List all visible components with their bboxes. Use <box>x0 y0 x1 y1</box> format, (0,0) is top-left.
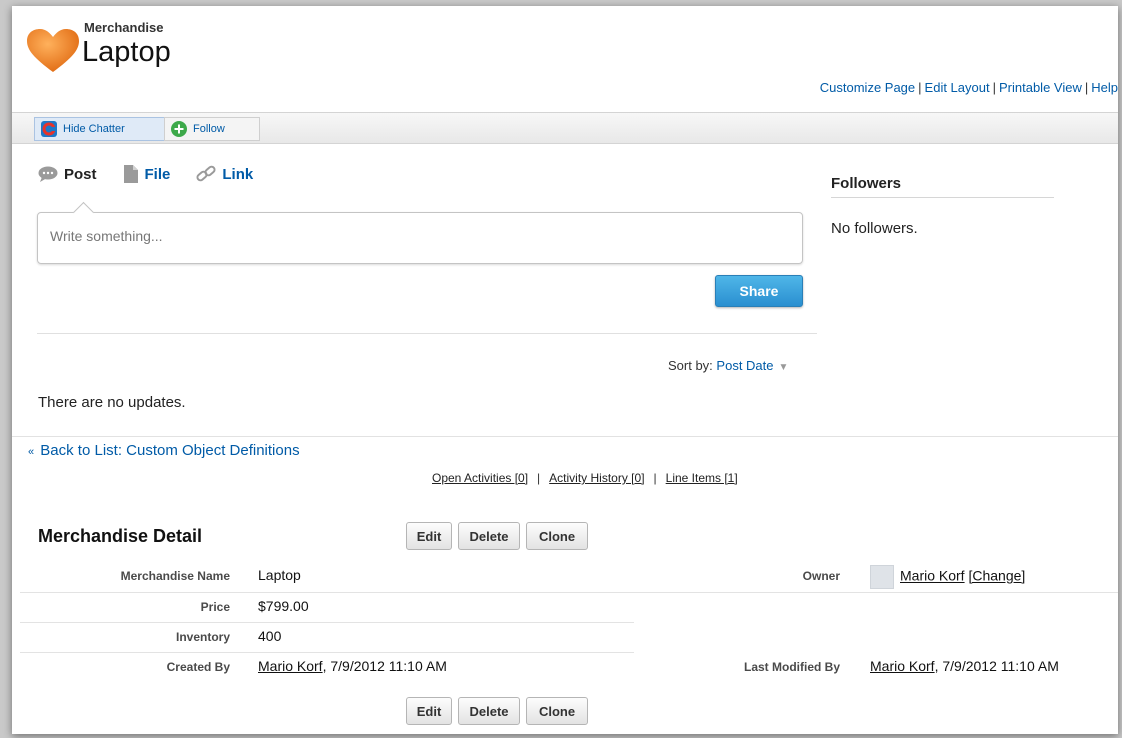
merchandise-name-label: Merchandise Name <box>120 569 230 583</box>
hide-chatter-button[interactable]: Hide Chatter <box>34 117 174 141</box>
hide-chatter-label: Hide Chatter <box>63 123 125 135</box>
owner-user-link[interactable]: Mario Korf <box>900 568 965 584</box>
write-something-input[interactable] <box>48 227 792 245</box>
sort-control[interactable]: Sort by: Post Date ▼ <box>668 358 788 373</box>
chatter-section-divider <box>12 436 1118 437</box>
page-title: Laptop <box>82 36 171 68</box>
document-icon <box>123 165 138 183</box>
customize-page-link[interactable]: Customize Page <box>820 80 915 95</box>
followers-divider <box>831 197 1054 198</box>
detail-section-title: Merchandise Detail <box>38 526 203 546</box>
followers-empty-message: No followers. <box>831 220 918 237</box>
file-tab[interactable]: File <box>123 164 171 184</box>
heart-logo-icon <box>27 29 79 72</box>
edit-button-bottom[interactable]: Edit <box>406 697 452 725</box>
feed-divider <box>37 333 817 334</box>
merchandise-name-value: Laptop <box>258 567 301 583</box>
post-composer <box>37 201 803 264</box>
clone-button-bottom[interactable]: Clone <box>526 697 588 725</box>
link-tab-label: Link <box>222 165 254 183</box>
double-chevron-left-icon: « <box>28 446 35 458</box>
link-icon <box>196 165 216 182</box>
plus-circle-icon <box>171 121 187 137</box>
link-tab[interactable]: Link <box>196 164 253 184</box>
file-tab-label: File <box>144 165 171 183</box>
delete-button[interactable]: Delete <box>458 522 520 550</box>
price-label: Price <box>200 600 230 614</box>
owner-label: Owner <box>802 569 840 583</box>
publisher-tabs: Post File Link <box>38 164 279 184</box>
last-modified-label: Last Modified By <box>743 660 840 674</box>
record-page: Merchandise Laptop Customize Page | Edit L… <box>12 6 1118 734</box>
help-link[interactable]: Help <box>1091 80 1118 95</box>
edit-button[interactable]: Edit <box>406 522 452 550</box>
clone-button[interactable]: Clone <box>526 522 588 550</box>
chatter-icon <box>41 121 57 137</box>
line-items-link[interactable]: Line Items [1] <box>666 471 738 485</box>
printable-view-link[interactable]: Printable View <box>999 80 1082 95</box>
post-tab[interactable]: Post <box>38 164 97 184</box>
row-divider <box>20 592 1118 593</box>
detail-buttons-top: Edit Delete Clone <box>406 522 588 550</box>
sort-label: Sort by: <box>668 358 713 373</box>
row-divider <box>20 622 634 623</box>
related-list-links: Open Activities [0] | Activity History [0]… <box>432 471 738 485</box>
inventory-label: Inventory <box>175 630 230 644</box>
owner-value: Mario Korf [Change] <box>870 565 1025 589</box>
follow-label: Follow <box>193 123 225 135</box>
modified-by-user-link[interactable]: Mario Korf <box>870 658 935 674</box>
sort-value: Post Date <box>716 358 774 373</box>
row-divider <box>20 652 634 653</box>
avatar <box>870 565 894 589</box>
feed-empty-message: There are no updates. <box>38 394 186 411</box>
created-by-label: Created By <box>166 660 230 674</box>
created-date: , 7/9/2012 11:10 AM <box>322 658 447 674</box>
modified-date: , 7/9/2012 11:10 AM <box>934 658 1059 674</box>
price-value: $799.00 <box>258 598 309 614</box>
dropdown-arrow-icon: ▼ <box>778 362 789 373</box>
activity-history-link[interactable]: Activity History [0] <box>549 471 644 485</box>
post-tab-label: Post <box>64 165 97 183</box>
follow-button[interactable]: Follow <box>164 117 260 141</box>
back-to-list-label: Back to List: Custom Object Definitions <box>40 442 300 459</box>
speech-bubble-icon <box>38 166 58 182</box>
back-to-list-link[interactable]: « Back to List: Custom Object Definition… <box>28 442 300 459</box>
chatter-toolbar: Hide Chatter Follow <box>12 112 1118 144</box>
followers-heading: Followers <box>831 175 902 192</box>
created-by-value: Mario Korf, 7/9/2012 11:10 AM <box>258 658 447 674</box>
last-modified-value: Mario Korf, 7/9/2012 11:10 AM <box>870 658 1059 674</box>
created-by-user-link[interactable]: Mario Korf <box>258 658 323 674</box>
change-owner-link[interactable]: [Change] <box>968 568 1025 584</box>
detail-buttons-bottom: Edit Delete Clone <box>406 697 588 725</box>
page-utility-links: Customize Page | Edit Layout | Printable Vie… <box>819 80 1118 95</box>
open-activities-link[interactable]: Open Activities [0] <box>432 471 528 485</box>
delete-button-bottom[interactable]: Delete <box>458 697 520 725</box>
share-button[interactable]: Share <box>715 275 803 307</box>
edit-layout-link[interactable]: Edit Layout <box>925 80 990 95</box>
inventory-value: 400 <box>258 628 282 644</box>
object-type-label: Merchandise <box>84 20 164 35</box>
